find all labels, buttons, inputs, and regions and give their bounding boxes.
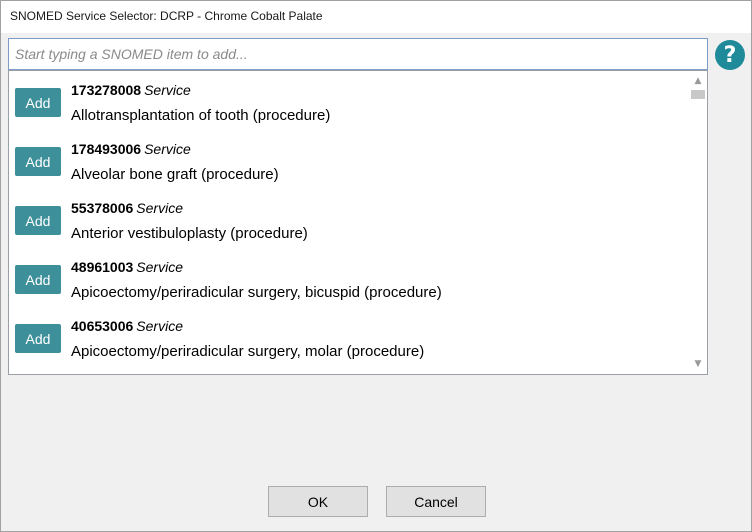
scroll-thumb[interactable] — [691, 90, 705, 99]
add-button[interactable]: Add — [15, 88, 61, 117]
scroll-down-arrow-icon[interactable]: ▼ — [689, 356, 707, 372]
item-description: Apicoectomy/periradicular surgery, bicus… — [71, 284, 442, 301]
item-description: Allotransplantation of tooth (procedure) — [71, 107, 331, 124]
title-bar: SNOMED Service Selector: DCRP - Chrome C… — [1, 1, 751, 33]
item-description: Apicoectomy/periradicular surgery, molar… — [71, 343, 425, 360]
snomed-search-input[interactable] — [8, 38, 708, 70]
window-title: SNOMED Service Selector: DCRP - Chrome C… — [10, 9, 323, 23]
item-type: Service — [136, 259, 183, 275]
item-description: Alveolar bone graft (procedure) — [71, 166, 279, 183]
item-code-line: 55378006 Service — [71, 200, 183, 216]
list-item: Add 40653006 Service Apicoectomy/periradi… — [9, 307, 689, 366]
snomed-code: 178493006 — [71, 141, 142, 157]
help-label: ? — [723, 42, 737, 68]
list-item: Add 178493006 Service Alveolar bone graft… — [9, 130, 689, 189]
item-description: Anterior vestibuloplasty (procedure) — [71, 225, 308, 242]
add-button[interactable]: Add — [15, 206, 61, 235]
list-item: Add 173278008 Service Allotransplantation… — [9, 71, 689, 130]
add-button[interactable]: Add — [15, 265, 61, 294]
snomed-code: 48961003 — [71, 259, 134, 275]
item-type: Service — [136, 318, 183, 334]
snomed-results-list: Add 173278008 Service Allotransplantation… — [8, 70, 708, 375]
ok-button[interactable]: OK — [268, 486, 368, 517]
snomed-code: 173278008 — [71, 82, 142, 98]
item-code-line: 178493006 Service — [71, 141, 191, 157]
list-item: Add 48961003 Service Apicoectomy/periradi… — [9, 248, 689, 307]
item-code-line: 173278008 Service — [71, 82, 191, 98]
item-code-line: 48961003 Service — [71, 259, 183, 275]
list-item: Add 55378006 Service Anterior vestibulopl… — [9, 189, 689, 248]
item-type: Service — [136, 200, 183, 216]
add-button[interactable]: Add — [15, 324, 61, 353]
cancel-button[interactable]: Cancel — [386, 486, 486, 517]
item-code-line: 40653006 Service — [71, 318, 183, 334]
item-type: Service — [144, 82, 191, 98]
item-type: Service — [144, 141, 191, 157]
scroll-up-arrow-icon[interactable]: ▲ — [689, 73, 707, 89]
help-question-icon[interactable]: ? — [715, 40, 745, 70]
dialog-window: SNOMED Service Selector: DCRP - Chrome C… — [0, 0, 752, 532]
vertical-scrollbar[interactable]: ▲ ▼ — [689, 71, 707, 374]
snomed-code: 40653006 — [71, 318, 134, 334]
add-button[interactable]: Add — [15, 147, 61, 176]
snomed-code: 55378006 — [71, 200, 134, 216]
